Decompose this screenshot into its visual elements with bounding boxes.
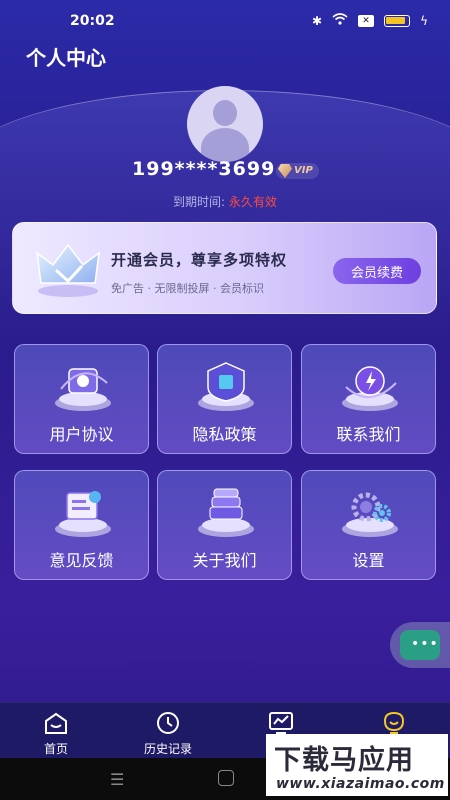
chat-bubble-icon: ••• [400,630,440,660]
info-icon [198,488,254,537]
menu-item-label: 意见反馈 [49,551,114,570]
vip-card-title: 开通会员，尊享多项特权 [111,251,288,269]
menu-item-label: 设置 [352,551,385,570]
menu-item-label: 关于我们 [192,551,257,570]
tab-label: 历史记录 [143,742,192,756]
menu-item-settings[interactable]: 设置 [301,470,436,580]
screen: 20:02 ✱ ✕ ϟ 个人中心 199****3699 VIP 到期时间: 永… [0,0,450,800]
menu-item-label: 隐私政策 [192,425,257,444]
expiry-line: 到期时间: 永久有效 [0,193,450,210]
tab-home[interactable]: 首页 [0,703,112,759]
watermark-title: 下载马应用 [274,745,414,776]
menu-item-contact-us[interactable]: 联系我们 [301,344,436,454]
tab-label: 首页 [43,742,68,756]
gear-icon [342,492,398,537]
menu-item-user-agreement[interactable]: 用户协议 [14,344,149,454]
chart-icon [269,712,293,734]
clock-icon [157,712,179,734]
menu-item-feedback[interactable]: 意见反馈 [14,470,149,580]
user-phone: 199****3699 [132,158,276,180]
page-title: 个人中心 [26,46,106,70]
crown-icon [36,243,100,297]
status-bar: 20:02 ✱ ✕ ϟ [0,0,450,44]
expiry-label: 到期时间: [173,195,226,209]
expiry-value: 永久有效 [228,195,277,209]
wifi-icon [332,13,348,28]
avatar[interactable] [187,86,263,162]
bluetooth-icon: ✱ [312,13,323,28]
watermark: 下载马应用 www.xiazaimao.com [266,734,448,796]
home-icon [45,712,67,734]
avatar-body [201,128,249,162]
tab-history[interactable]: 历史记录 [112,703,224,759]
vip-card[interactable]: 开通会员，尊享多项特权 免广告 · 无限制投屏 · 会员标识 会员续费 [12,222,437,314]
menu-item-label: 联系我们 [336,425,401,444]
floating-chat-button[interactable]: ••• [390,622,450,668]
document-icon [55,368,111,411]
watermark-url: www.xiazaimao.com [276,776,445,792]
menu-item-label: 用户协议 [49,425,114,444]
chat-bubble-dots: ••• [411,636,439,652]
vip-card-subtitle: 免广告 · 无限制投屏 · 会员标识 [111,282,264,295]
status-time: 20:02 [70,13,115,29]
battery-icon [384,14,411,27]
avatar-head [213,100,237,126]
status-icons: ✱ ✕ ϟ [312,13,428,28]
feedback-icon [55,491,111,537]
renew-membership-button[interactable]: 会员续费 [333,258,421,284]
profile-icon [383,711,405,734]
menu-icon[interactable]: ☰ [110,770,124,789]
shield-icon [198,362,254,411]
vip-badge: VIP [276,163,319,179]
menu-item-about-us[interactable]: 关于我们 [157,470,292,580]
menu-item-privacy-policy[interactable]: 隐私政策 [157,344,292,454]
sim-icon: ✕ [358,14,375,27]
home-square-icon[interactable] [218,770,234,786]
charging-icon: ϟ [420,13,428,28]
phone-icon [342,366,398,411]
